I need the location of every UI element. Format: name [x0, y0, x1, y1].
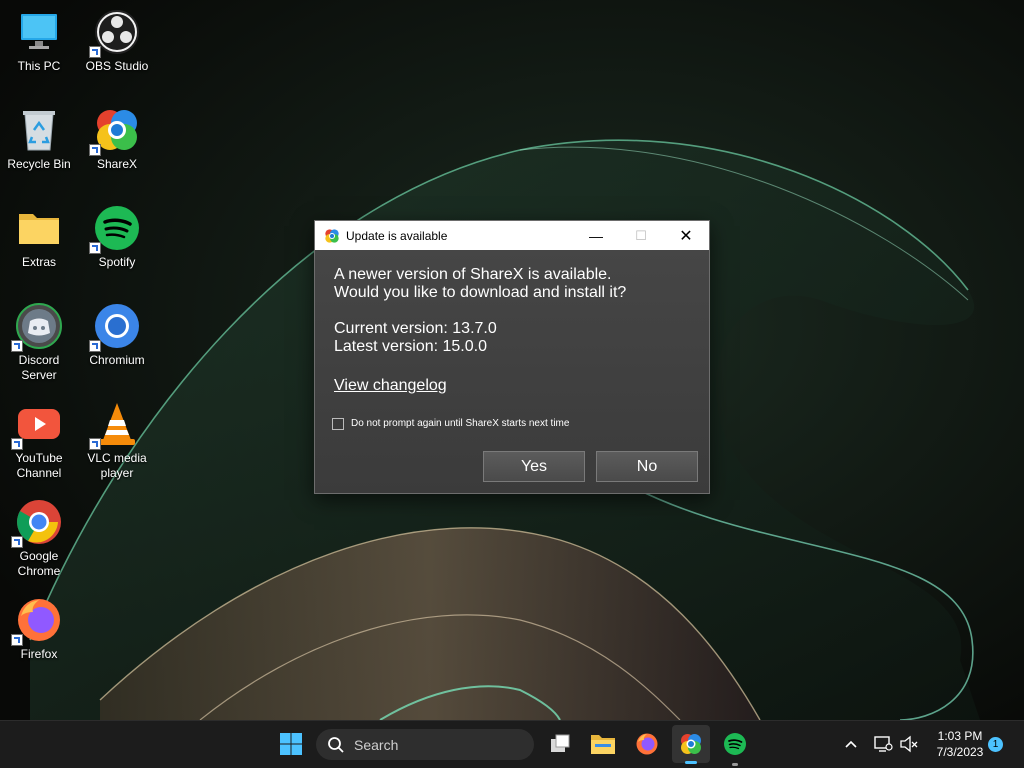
start-button[interactable]	[276, 729, 306, 759]
desktop-icon-firefox[interactable]: Firefox	[3, 596, 75, 662]
shortcut-arrow-icon	[89, 438, 101, 450]
checkbox-box[interactable]	[332, 418, 344, 430]
show-hidden-icons-button[interactable]	[838, 729, 864, 759]
no-button[interactable]: No	[596, 451, 698, 482]
desktop-icon-label: ShareX	[96, 157, 138, 171]
computer-icon	[21, 14, 57, 49]
minimize-button[interactable]: —	[574, 221, 618, 250]
desktop-icon-obs-studio[interactable]: OBS Studio	[81, 8, 153, 74]
message-line-2: Would you like to download and install i…	[334, 284, 627, 301]
network-icon	[874, 736, 893, 752]
desktop-icon-discord-server[interactable]: Discord Server	[3, 302, 75, 383]
chevron-up-icon	[845, 740, 857, 748]
search-icon	[328, 736, 344, 753]
recycle-bin-icon	[23, 111, 55, 151]
view-changelog-link[interactable]: View changelog	[334, 377, 447, 394]
desktop-icon-label: VLC media player	[87, 451, 147, 480]
notification-count: 1	[992, 739, 999, 750]
shortcut-arrow-icon	[11, 536, 23, 548]
windows-start-icon	[280, 733, 302, 755]
taskbar: Search 1:03 PM 7/3/2023 1	[0, 720, 1024, 768]
desktop-icon-youtube-channel[interactable]: YouTube Channel	[3, 400, 75, 481]
notification-badge[interactable]: 1	[988, 737, 1003, 752]
desktop-icon-label: This PC	[17, 59, 61, 73]
taskbar-firefox-button[interactable]	[632, 729, 662, 759]
desktop-icon-spotify[interactable]: Spotify	[81, 204, 153, 270]
shortcut-arrow-icon	[89, 340, 101, 352]
shortcut-arrow-icon	[11, 340, 23, 352]
desktop-icon-vlc[interactable]: VLC media player	[81, 400, 153, 481]
shortcut-arrow-icon	[89, 144, 101, 156]
desktop-icon-label: OBS Studio	[85, 59, 149, 73]
shortcut-arrow-icon	[11, 438, 23, 450]
sharex-icon	[681, 734, 701, 754]
desktop-icon-label: YouTube Channel	[15, 451, 63, 480]
update-dialog: Update is available — ☐ ✕ A newer versio…	[314, 220, 710, 494]
desktop-icon-label: Extras	[21, 255, 56, 269]
search-label: Search	[354, 736, 399, 753]
current-version: Current version: 13.7.0	[334, 320, 497, 337]
desktop-icon-this-pc[interactable]: This PC	[3, 8, 75, 74]
taskbar-search-box[interactable]: Search	[316, 729, 534, 760]
desktop-icon-label: Chromium	[89, 353, 145, 367]
spotify-icon	[724, 733, 746, 755]
task-view-icon	[551, 734, 570, 752]
yes-button[interactable]: Yes	[483, 451, 585, 482]
volume-muted-icon	[900, 735, 918, 753]
shortcut-arrow-icon	[89, 242, 101, 254]
taskbar-sharex-button[interactable]	[672, 725, 710, 764]
shortcut-arrow-icon	[11, 634, 23, 646]
taskbar-spotify-button[interactable]	[720, 729, 750, 766]
do-not-prompt-checkbox[interactable]: Do not prompt again until ShareX starts …	[332, 415, 690, 433]
shortcut-arrow-icon	[89, 46, 101, 58]
checkbox-label: Do not prompt again until ShareX starts …	[351, 418, 570, 429]
desktop-icon-chromium[interactable]: Chromium	[81, 302, 153, 368]
file-explorer-icon	[591, 735, 615, 754]
maximize-button[interactable]: ☐	[619, 221, 663, 250]
desktop-icon-extras[interactable]: Extras	[3, 204, 75, 270]
desktop-icon-label: Discord Server	[18, 353, 60, 382]
sharex-icon	[325, 228, 339, 243]
desktop-icon-label: Spotify	[98, 255, 136, 269]
active-app-indicator	[685, 761, 697, 764]
desktop-icon-google-chrome[interactable]: Google Chrome	[3, 498, 75, 579]
desktop-icon-recycle-bin[interactable]: Recycle Bin	[3, 106, 75, 172]
firefox-icon	[636, 733, 658, 755]
task-view-button[interactable]	[545, 729, 575, 759]
dialog-body: A newer version of ShareX is available. …	[315, 250, 709, 449]
network-tray-icon-button[interactable]	[870, 729, 896, 759]
dialog-titlebar[interactable]: Update is available — ☐ ✕	[315, 221, 709, 250]
desktop-icon-sharex[interactable]: ShareX	[81, 106, 153, 172]
latest-version: Latest version: 15.0.0	[334, 338, 487, 355]
close-button[interactable]: ✕	[664, 221, 708, 250]
desktop-icon-label: Firefox	[20, 647, 58, 661]
folder-icon	[19, 214, 59, 244]
desktop-icon-label: Google Chrome	[17, 549, 61, 578]
message-line-1: A newer version of ShareX is available.	[334, 266, 612, 283]
desktop-icon-label: Recycle Bin	[7, 157, 71, 171]
running-app-indicator	[732, 763, 738, 766]
file-explorer-button[interactable]	[588, 729, 618, 759]
dialog-title: Update is available	[346, 228, 448, 243]
volume-tray-icon-button[interactable]	[896, 729, 922, 759]
